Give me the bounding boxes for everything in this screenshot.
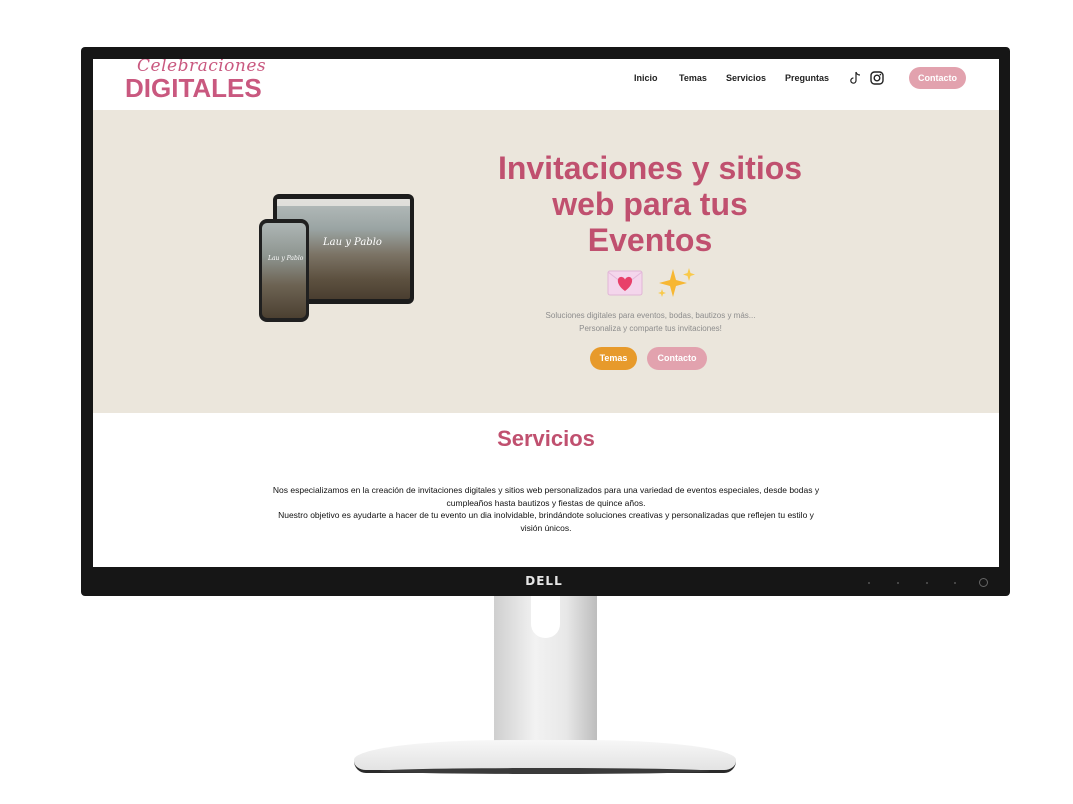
phone-mockup-screen: Lau y Pablo	[262, 223, 306, 318]
nav-contact-button[interactable]: Contacto	[909, 67, 966, 89]
hero-emoji-row	[607, 268, 695, 297]
hero-title-line: Invitaciones y sitios	[497, 150, 803, 186]
services-line: Nuestro objetivo es ayudarte a hacer de …	[278, 510, 814, 520]
services-description: Nos especializamos en la creación de inv…	[215, 484, 877, 534]
nav-link-preguntas[interactable]: Preguntas	[785, 73, 829, 83]
love-letter-icon	[607, 270, 643, 296]
nav-link-temas[interactable]: Temas	[679, 73, 707, 83]
monitor-button	[954, 582, 956, 584]
services-line: cumpleaños hasta bautizos y fiestas de q…	[446, 497, 646, 508]
site-header: Celebraciones DIGITALES Inicio Temas Ser…	[93, 59, 999, 110]
hero-title-line: web para tus	[552, 186, 748, 222]
instagram-icon[interactable]	[870, 71, 884, 85]
hero-temas-button[interactable]: Temas	[590, 347, 637, 370]
hero-section: Lau y Pablo Lau y Pablo Invitaciones y s…	[93, 110, 999, 413]
hero-title-line: Eventos	[587, 222, 713, 258]
power-icon	[979, 578, 988, 587]
hero-title: Invitaciones y sitios web para tus Event…	[458, 150, 842, 258]
hero-contact-button[interactable]: Contacto	[647, 347, 707, 370]
monitor-button	[868, 582, 870, 584]
monitor-brand-logo: DELL	[525, 574, 563, 588]
stand-cable-hole	[531, 596, 560, 638]
monitor-screen: Celebraciones DIGITALES Inicio Temas Ser…	[93, 59, 999, 567]
hero-subtitle: Soluciones digitales para eventos, bodas…	[479, 309, 822, 335]
monitor-button	[897, 582, 899, 584]
logo-main-text[interactable]: DIGITALES	[125, 73, 262, 104]
mockup-phone-script-text: Lau y Pablo	[268, 255, 304, 262]
hero-subtitle-line: Soluciones digitales para eventos, bodas…	[545, 311, 756, 320]
services-title: Servicios	[497, 426, 595, 451]
mockup-navbar	[277, 199, 410, 206]
tiktok-icon[interactable]	[848, 71, 862, 85]
stand-shadow	[380, 768, 710, 774]
services-line: Nos especializamos en la creación de inv…	[272, 485, 820, 495]
phone-mockup: Lau y Pablo	[259, 219, 309, 322]
sparkles-icon	[658, 268, 695, 297]
services-line: visión únicos.	[520, 522, 572, 533]
mockup-script-text: Lau y Pablo	[323, 237, 382, 248]
hero-subtitle-line: Personaliza y comparte tus invitaciones!	[579, 324, 722, 333]
nav-link-inicio[interactable]: Inicio	[634, 73, 658, 83]
nav-link-servicios[interactable]: Servicios	[726, 73, 766, 83]
monitor-button	[926, 582, 928, 584]
